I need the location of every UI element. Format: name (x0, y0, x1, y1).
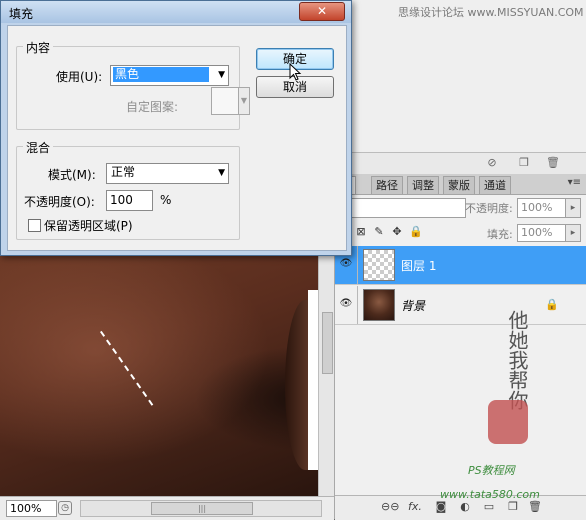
contents-group: 内容 (16, 39, 240, 130)
mode-label: 模式(M): (48, 168, 96, 182)
handwritten-signature: 他她我帮你 (505, 310, 529, 410)
blending-group-title: 混合 (23, 139, 54, 156)
panel-menu-icon[interactable]: ▾≡ (568, 177, 581, 188)
layer-name: 背景 (401, 299, 426, 313)
preserve-transparency-checkbox[interactable] (28, 219, 41, 232)
eye-icon[interactable]: 👁 (339, 298, 353, 310)
new-item-icon[interactable]: ❐ (518, 157, 530, 169)
add-mask-icon[interactable]: ◙ (433, 500, 449, 514)
dialog-titlebar[interactable]: 填充 ✕ (1, 1, 351, 23)
use-select[interactable]: 黑色 ▼ (110, 65, 229, 86)
red-seal-stamp (488, 400, 528, 444)
opacity-input[interactable]: 100 (106, 190, 153, 211)
cancel-icon[interactable]: ⊘ (486, 157, 498, 169)
zoom-level-field[interactable]: 100% (6, 500, 57, 517)
custom-pattern-swatch (211, 87, 239, 115)
tab-masks[interactable]: 蒙版 (443, 176, 475, 194)
tab-paths[interactable]: 路径 (371, 176, 403, 194)
trash-icon[interactable]: 🗑 (546, 157, 560, 169)
contents-group-title: 内容 (23, 39, 54, 56)
layer-thumbnail (363, 289, 395, 321)
lock-transparency-icon[interactable]: ⊠ (355, 226, 367, 238)
dialog-title: 填充 (9, 7, 34, 21)
layer-opacity-arrow[interactable]: ▸ (565, 198, 581, 218)
photo-neck-image[interactable] (0, 252, 318, 496)
layer-style-icon[interactable]: fx. (407, 500, 423, 514)
vertical-scrollbar[interactable] (318, 252, 335, 496)
watermark-text: 思缘设计论坛 www.MISSYUAN.COM (398, 6, 584, 19)
new-group-icon[interactable]: ▭ (481, 500, 497, 514)
tab-adjustments[interactable]: 调整 (407, 176, 439, 194)
link-layers-icon[interactable]: ⊖⊖ (381, 500, 399, 514)
lock-all-icon[interactable]: 🔒 (409, 226, 423, 238)
status-bar: 100% ◷ ||| (0, 496, 334, 520)
status-info-icon[interactable]: ◷ (58, 501, 72, 515)
blend-mode-select[interactable]: 常 (337, 198, 466, 218)
layer-row-layer1[interactable]: 👁 图层 1 (335, 246, 586, 285)
blend-row: 常 不透明度: 100% ▸ (335, 196, 586, 220)
fill-label: 填充: (487, 228, 513, 241)
adjustment-layer-icon[interactable]: ◐ (457, 500, 473, 514)
tab-channels[interactable]: 通道 (479, 176, 511, 194)
upper-panel (334, 0, 586, 152)
chevron-down-icon: ▼ (238, 87, 250, 115)
mouse-cursor-icon (289, 63, 302, 81)
site-url-text: www.tata580.com (440, 488, 540, 501)
horizontal-scroll-thumb[interactable]: ||| (151, 502, 253, 515)
opacity-unit: % (160, 193, 172, 207)
close-button[interactable]: ✕ (299, 2, 345, 21)
eye-divider (357, 246, 358, 284)
upper-panel-toolbar: ⊘ ❐ 🗑 (334, 152, 586, 175)
layer-thumbnail (363, 249, 395, 281)
panel-tabs: 层 路径 调整 蒙版 通道 ▾≡ (335, 174, 586, 195)
preserve-transparency-label[interactable]: 保留透明区域(P) (44, 217, 133, 234)
use-label: 使用(U): (56, 70, 103, 84)
fill-dialog: 填充 ✕ 内容 使用(U): 黑色 ▼ 自定图案: 混合 模式(M): 正常 ▼… (0, 0, 352, 256)
eye-divider (357, 286, 358, 324)
lock-row: 定: ⊠ ✎ ✥ 🔒 填充: 100% ▸ (335, 222, 586, 244)
mode-select[interactable]: 正常 ▼ (106, 163, 229, 184)
use-select-value: 黑色 (113, 67, 209, 82)
layers-panel: 层 路径 调整 蒙版 通道 ▾≡ 常 不透明度: 100% ▸ 定: ⊠ ✎ ✥… (334, 174, 586, 520)
eye-icon[interactable]: 👁 (339, 258, 353, 270)
lock-icon: 🔒 (545, 298, 559, 311)
custom-pattern-label: 自定图案: (126, 100, 179, 114)
chevron-down-icon: ▼ (218, 70, 225, 80)
lock-move-icon[interactable]: ✥ (391, 226, 403, 238)
layer-opacity-field[interactable]: 100% (517, 198, 566, 218)
opacity-label: 不透明度(O): (24, 195, 95, 209)
fill-arrow[interactable]: ▸ (565, 224, 581, 242)
ps-site-text: PS教程网 (468, 464, 515, 477)
new-layer-icon[interactable]: ❐ (505, 500, 521, 514)
fill-field[interactable]: 100% (517, 224, 566, 242)
layer-opacity-label: 不透明度: (465, 202, 513, 215)
layer-name: 图层 1 (401, 259, 437, 273)
lock-brush-icon[interactable]: ✎ (373, 226, 385, 238)
trash-icon[interactable]: 🗑 (527, 500, 543, 514)
dialog-body: 内容 使用(U): 黑色 ▼ 自定图案: 混合 模式(M): 正常 ▼ 不透明度… (7, 25, 347, 251)
mode-select-value: 正常 (111, 165, 136, 179)
chevron-down-icon: ▼ (218, 168, 225, 178)
layer-row-background[interactable]: 👁 背景 🔒 (335, 286, 586, 325)
horizontal-scrollbar[interactable]: ||| (80, 500, 322, 517)
vertical-scroll-thumb[interactable] (322, 312, 333, 374)
